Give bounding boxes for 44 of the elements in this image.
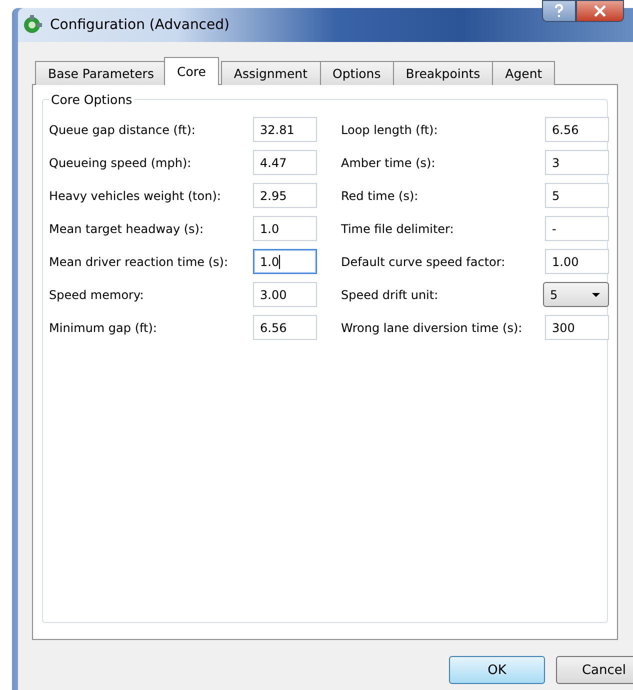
input-field[interactable]: 2.95: [253, 183, 317, 208]
field-label: Loop length (ft):: [341, 122, 438, 136]
close-icon: [594, 5, 606, 17]
input-field[interactable]: -: [545, 216, 609, 241]
tab[interactable]: Core: [164, 57, 219, 85]
cancel-button[interactable]: Cancel: [556, 656, 633, 684]
input-field[interactable]: 6.56: [253, 315, 317, 340]
dropdown[interactable]: 5: [543, 282, 609, 307]
field-label: Minimum gap (ft):: [49, 320, 157, 334]
input-field[interactable]: 5: [545, 183, 609, 208]
input-field[interactable]: 6.56: [545, 117, 609, 142]
field-label: Speed memory:: [49, 288, 144, 302]
field-label: Default curve speed factor:: [341, 254, 506, 268]
input-field[interactable]: 3.00: [253, 282, 317, 307]
help-icon: [554, 4, 564, 18]
field-label: Wrong lane diversion time (s):: [341, 320, 522, 334]
tab[interactable]: Base Parameters: [35, 61, 167, 85]
field-label: Red time (s):: [341, 188, 418, 202]
input-field[interactable]: 300: [545, 315, 609, 340]
tab[interactable]: Options: [320, 61, 394, 85]
close-button[interactable]: [576, 0, 624, 22]
input-field[interactable]: 32.81: [253, 117, 317, 142]
field-label: Time file delimiter:: [341, 222, 454, 236]
field-label: Speed drift unit:: [341, 288, 438, 302]
tab[interactable]: Agent: [492, 61, 556, 85]
field-label: Queue gap distance (ft):: [49, 122, 196, 136]
tab[interactable]: Assignment: [220, 61, 321, 85]
input-field[interactable]: 1.0: [253, 216, 317, 241]
input-field[interactable]: 3: [545, 150, 609, 175]
group-title: Core Options: [49, 92, 134, 107]
window-title: Configuration (Advanced): [50, 17, 230, 33]
input-field[interactable]: 1.00: [545, 249, 609, 274]
field-label: Mean target headway (s):: [49, 222, 204, 236]
gear-icon: [22, 15, 42, 35]
field-label: Mean driver reaction time (s):: [49, 254, 228, 268]
field-label: Queueing speed (mph):: [49, 156, 192, 170]
tab[interactable]: Breakpoints: [392, 61, 494, 85]
field-label: Heavy vehicles weight (ton):: [49, 188, 221, 202]
input-field[interactable]: 4.47: [253, 150, 317, 175]
input-field[interactable]: 1.0: [253, 249, 317, 274]
ok-button[interactable]: OK: [449, 656, 545, 684]
field-label: Amber time (s):: [341, 156, 436, 170]
caret-icon: [592, 292, 600, 296]
help-button[interactable]: [542, 0, 576, 22]
